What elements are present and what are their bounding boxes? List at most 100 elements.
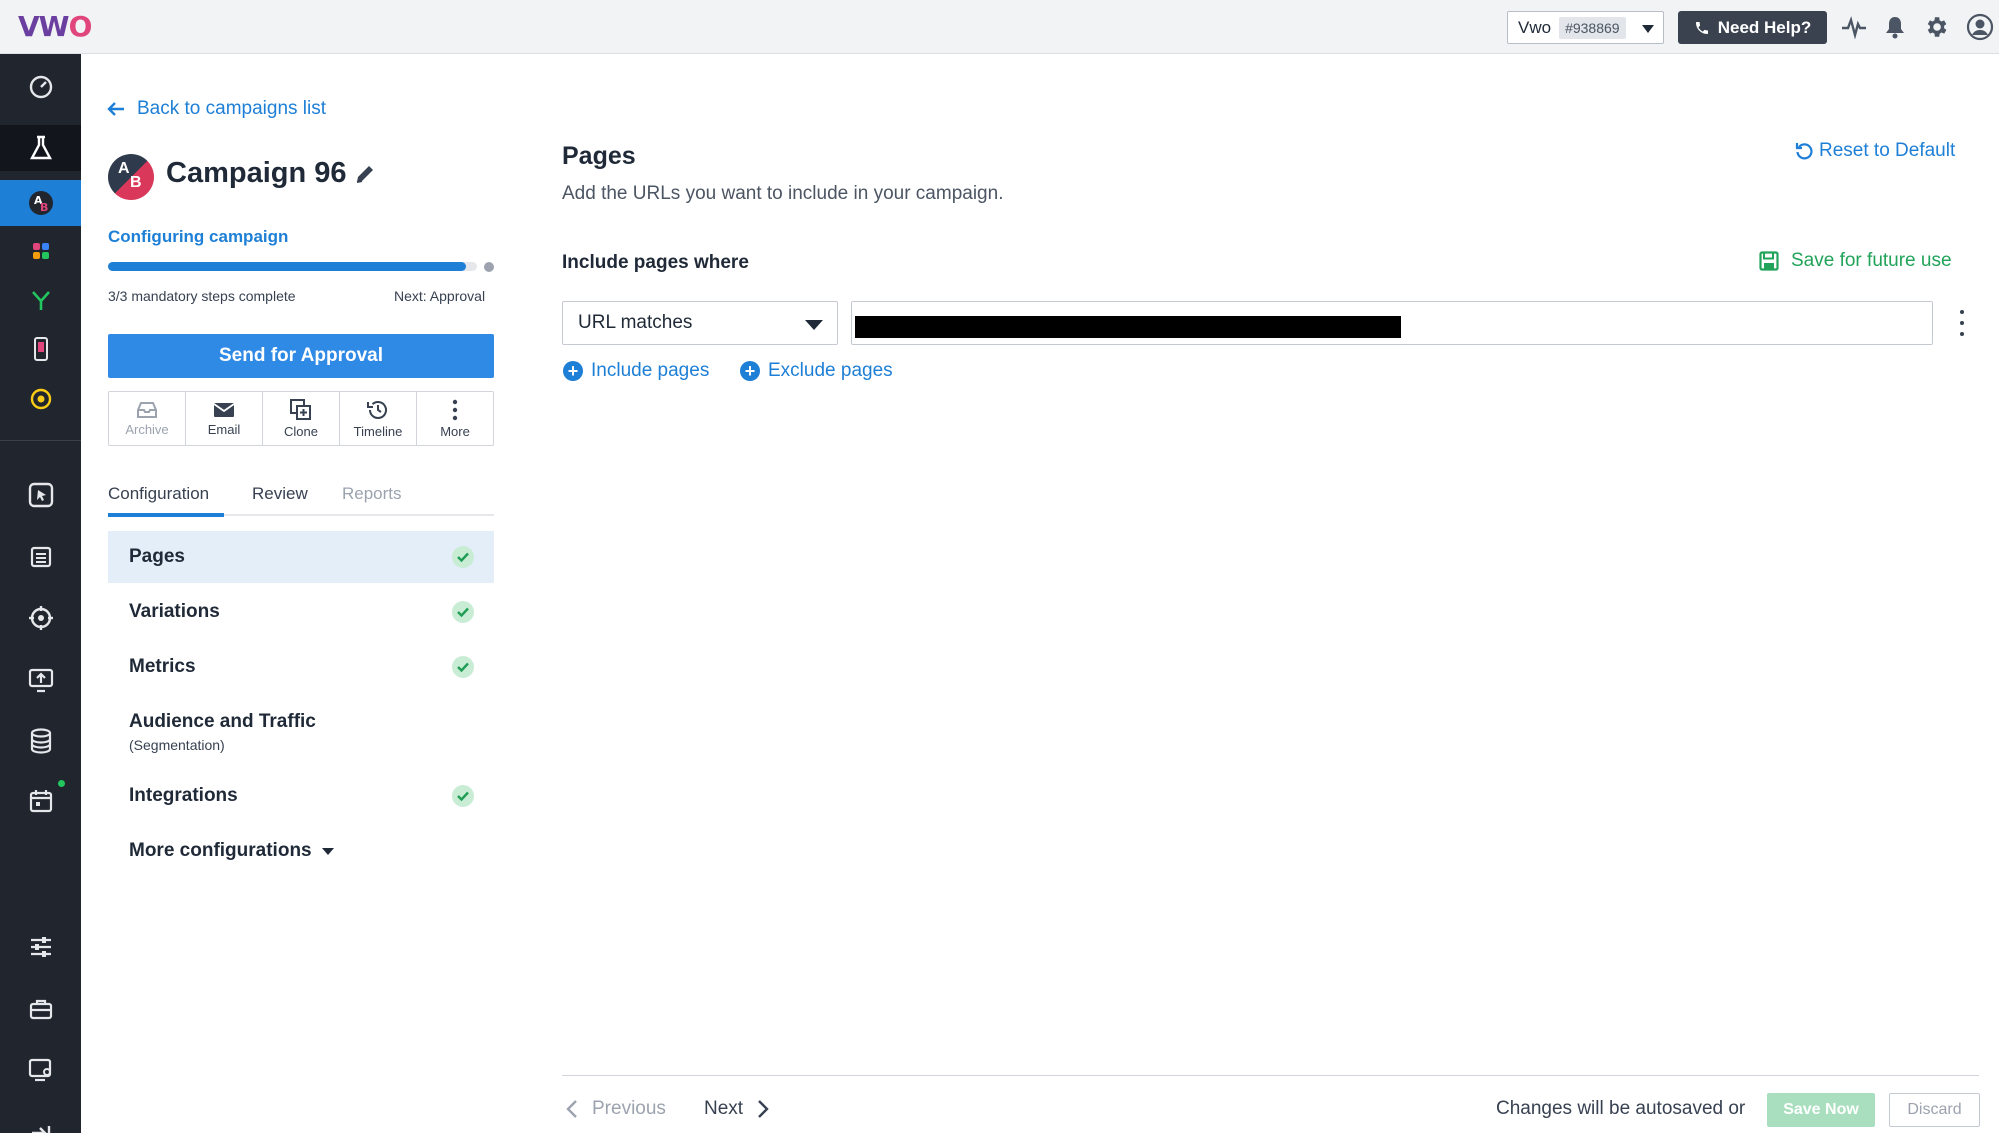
campaign-type-avatar: A B — [108, 154, 154, 200]
left-rail: AB — [0, 54, 81, 1133]
configuring-label: Configuring campaign — [108, 227, 289, 246]
account-name: Vwo — [1518, 17, 1552, 37]
calendar-status-dot — [58, 780, 65, 787]
redacted-url-value — [855, 316, 1401, 338]
next-button[interactable]: Next — [704, 1098, 769, 1120]
check-circle-icon — [452, 546, 474, 568]
caret-down-icon — [321, 847, 334, 855]
split-icon[interactable] — [0, 278, 81, 324]
need-help-button[interactable]: Need Help? — [1678, 11, 1827, 44]
bell-icon[interactable] — [1880, 12, 1910, 42]
clone-icon — [290, 398, 311, 420]
history-icon — [367, 400, 387, 419]
discard-button[interactable]: Discard — [1889, 1093, 1980, 1127]
dashboard-icon[interactable] — [0, 64, 81, 110]
nav-item-more-configurations[interactable]: More configurations — [108, 825, 494, 877]
archive-button[interactable]: Archive — [109, 392, 186, 445]
nav-item-label: Variations — [129, 601, 220, 622]
rail-divider — [0, 440, 81, 441]
ab-test-icon[interactable]: AB — [0, 180, 81, 226]
timeline-button[interactable]: Timeline — [340, 392, 417, 445]
email-icon — [213, 402, 235, 417]
target-icon[interactable] — [0, 595, 81, 641]
collapse-icon[interactable] — [0, 1110, 81, 1133]
chevron-right-icon — [758, 1100, 769, 1118]
calendar-icon[interactable] — [0, 778, 81, 824]
reset-to-default-link[interactable]: Reset to Default — [1795, 140, 1955, 162]
more-vertical-icon — [452, 399, 458, 420]
send-for-approval-button[interactable]: Send for Approval — [108, 334, 494, 378]
heatmap-icon[interactable] — [0, 472, 81, 518]
tab-review[interactable]: Review — [252, 484, 308, 504]
progress-bar — [108, 262, 477, 271]
plus-circle-icon: + — [740, 361, 760, 381]
save-for-future-link[interactable]: Save for future use — [1759, 250, 1952, 272]
arrow-left-icon — [107, 102, 124, 116]
top-bar: VWO Vwo #938869 Need Help? — [0, 0, 1999, 54]
back-label: Back to campaigns list — [137, 98, 327, 119]
nav-item-pages[interactable]: Pages — [108, 531, 494, 583]
avatar-letter-a: A — [118, 160, 130, 177]
forms-icon[interactable] — [0, 534, 81, 580]
reset-icon — [1795, 143, 1813, 160]
briefcase-icon[interactable] — [0, 986, 81, 1032]
activity-icon[interactable] — [1839, 12, 1869, 42]
testing-icon[interactable] — [0, 125, 81, 171]
check-circle-icon — [452, 656, 474, 678]
tab-configuration[interactable]: Configuration — [108, 484, 209, 504]
avatar-letter-b: B — [130, 174, 142, 191]
account-switcher[interactable]: Vwo #938869 — [1507, 11, 1664, 44]
archive-icon — [137, 401, 157, 418]
url-match-type-value: URL matches — [578, 312, 693, 333]
gear-icon[interactable] — [1921, 12, 1951, 42]
more-button[interactable]: More — [417, 392, 493, 445]
nav-item-metrics[interactable]: Metrics — [108, 641, 494, 693]
save-future-label: Save for future use — [1791, 250, 1952, 271]
nav-item-label: Metrics — [129, 656, 196, 677]
email-label: Email — [207, 421, 241, 437]
chevron-down-icon — [805, 320, 823, 330]
save-now-button[interactable]: Save Now — [1767, 1093, 1875, 1127]
page-title: Pages — [562, 142, 636, 170]
nav-item-sublabel: (Segmentation) — [129, 737, 225, 753]
integrations-icon[interactable] — [0, 1047, 81, 1093]
previous-button[interactable]: Previous — [566, 1098, 666, 1120]
archive-label: Archive — [125, 421, 169, 437]
apps-icon[interactable] — [0, 228, 81, 274]
url-pattern-input[interactable] — [851, 301, 1933, 345]
nav-item-label: Pages — [129, 546, 185, 567]
clone-label: Clone — [284, 423, 318, 439]
phone-icon — [1695, 21, 1708, 34]
progress-fill — [108, 262, 466, 271]
user-icon[interactable] — [1965, 12, 1995, 42]
check-circle-icon — [452, 785, 474, 807]
mobile-icon[interactable] — [0, 326, 81, 372]
exclude-pages-link[interactable]: + Exclude pages — [740, 360, 893, 382]
clone-button[interactable]: Clone — [263, 392, 340, 445]
campaign-title: Campaign 96 — [166, 157, 347, 189]
include-pages-link[interactable]: + Include pages — [563, 360, 709, 382]
nav-item-variations[interactable]: Variations — [108, 586, 494, 638]
url-match-type-select[interactable]: URL matches — [562, 301, 838, 345]
nav-item-label: Audience and Traffic — [129, 711, 316, 732]
row-options-icon[interactable] — [1958, 310, 1966, 336]
email-button[interactable]: Email — [186, 392, 263, 445]
settings-sliders-icon[interactable] — [0, 924, 81, 970]
database-icon[interactable] — [0, 718, 81, 764]
check-circle-icon — [452, 601, 474, 623]
svg-text:B: B — [40, 201, 48, 214]
floppy-disk-icon — [1759, 251, 1779, 271]
nav-item-integrations[interactable]: Integrations — [108, 770, 494, 822]
reset-label: Reset to Default — [1819, 140, 1956, 161]
pencil-icon[interactable] — [354, 163, 376, 190]
back-to-campaigns-link[interactable]: Back to campaigns list — [107, 98, 326, 120]
previous-label: Previous — [592, 1098, 666, 1119]
tab-reports[interactable]: Reports — [342, 484, 402, 504]
insights-icon[interactable] — [0, 376, 81, 422]
vwo-logo[interactable]: VWO — [18, 10, 92, 43]
account-id-badge: #938869 — [1559, 16, 1626, 39]
footer-divider — [562, 1075, 1979, 1076]
deploy-icon[interactable] — [0, 657, 81, 703]
steps-complete-text: 3/3 mandatory steps complete — [108, 288, 296, 304]
nav-item-label: More configurations — [129, 840, 312, 861]
